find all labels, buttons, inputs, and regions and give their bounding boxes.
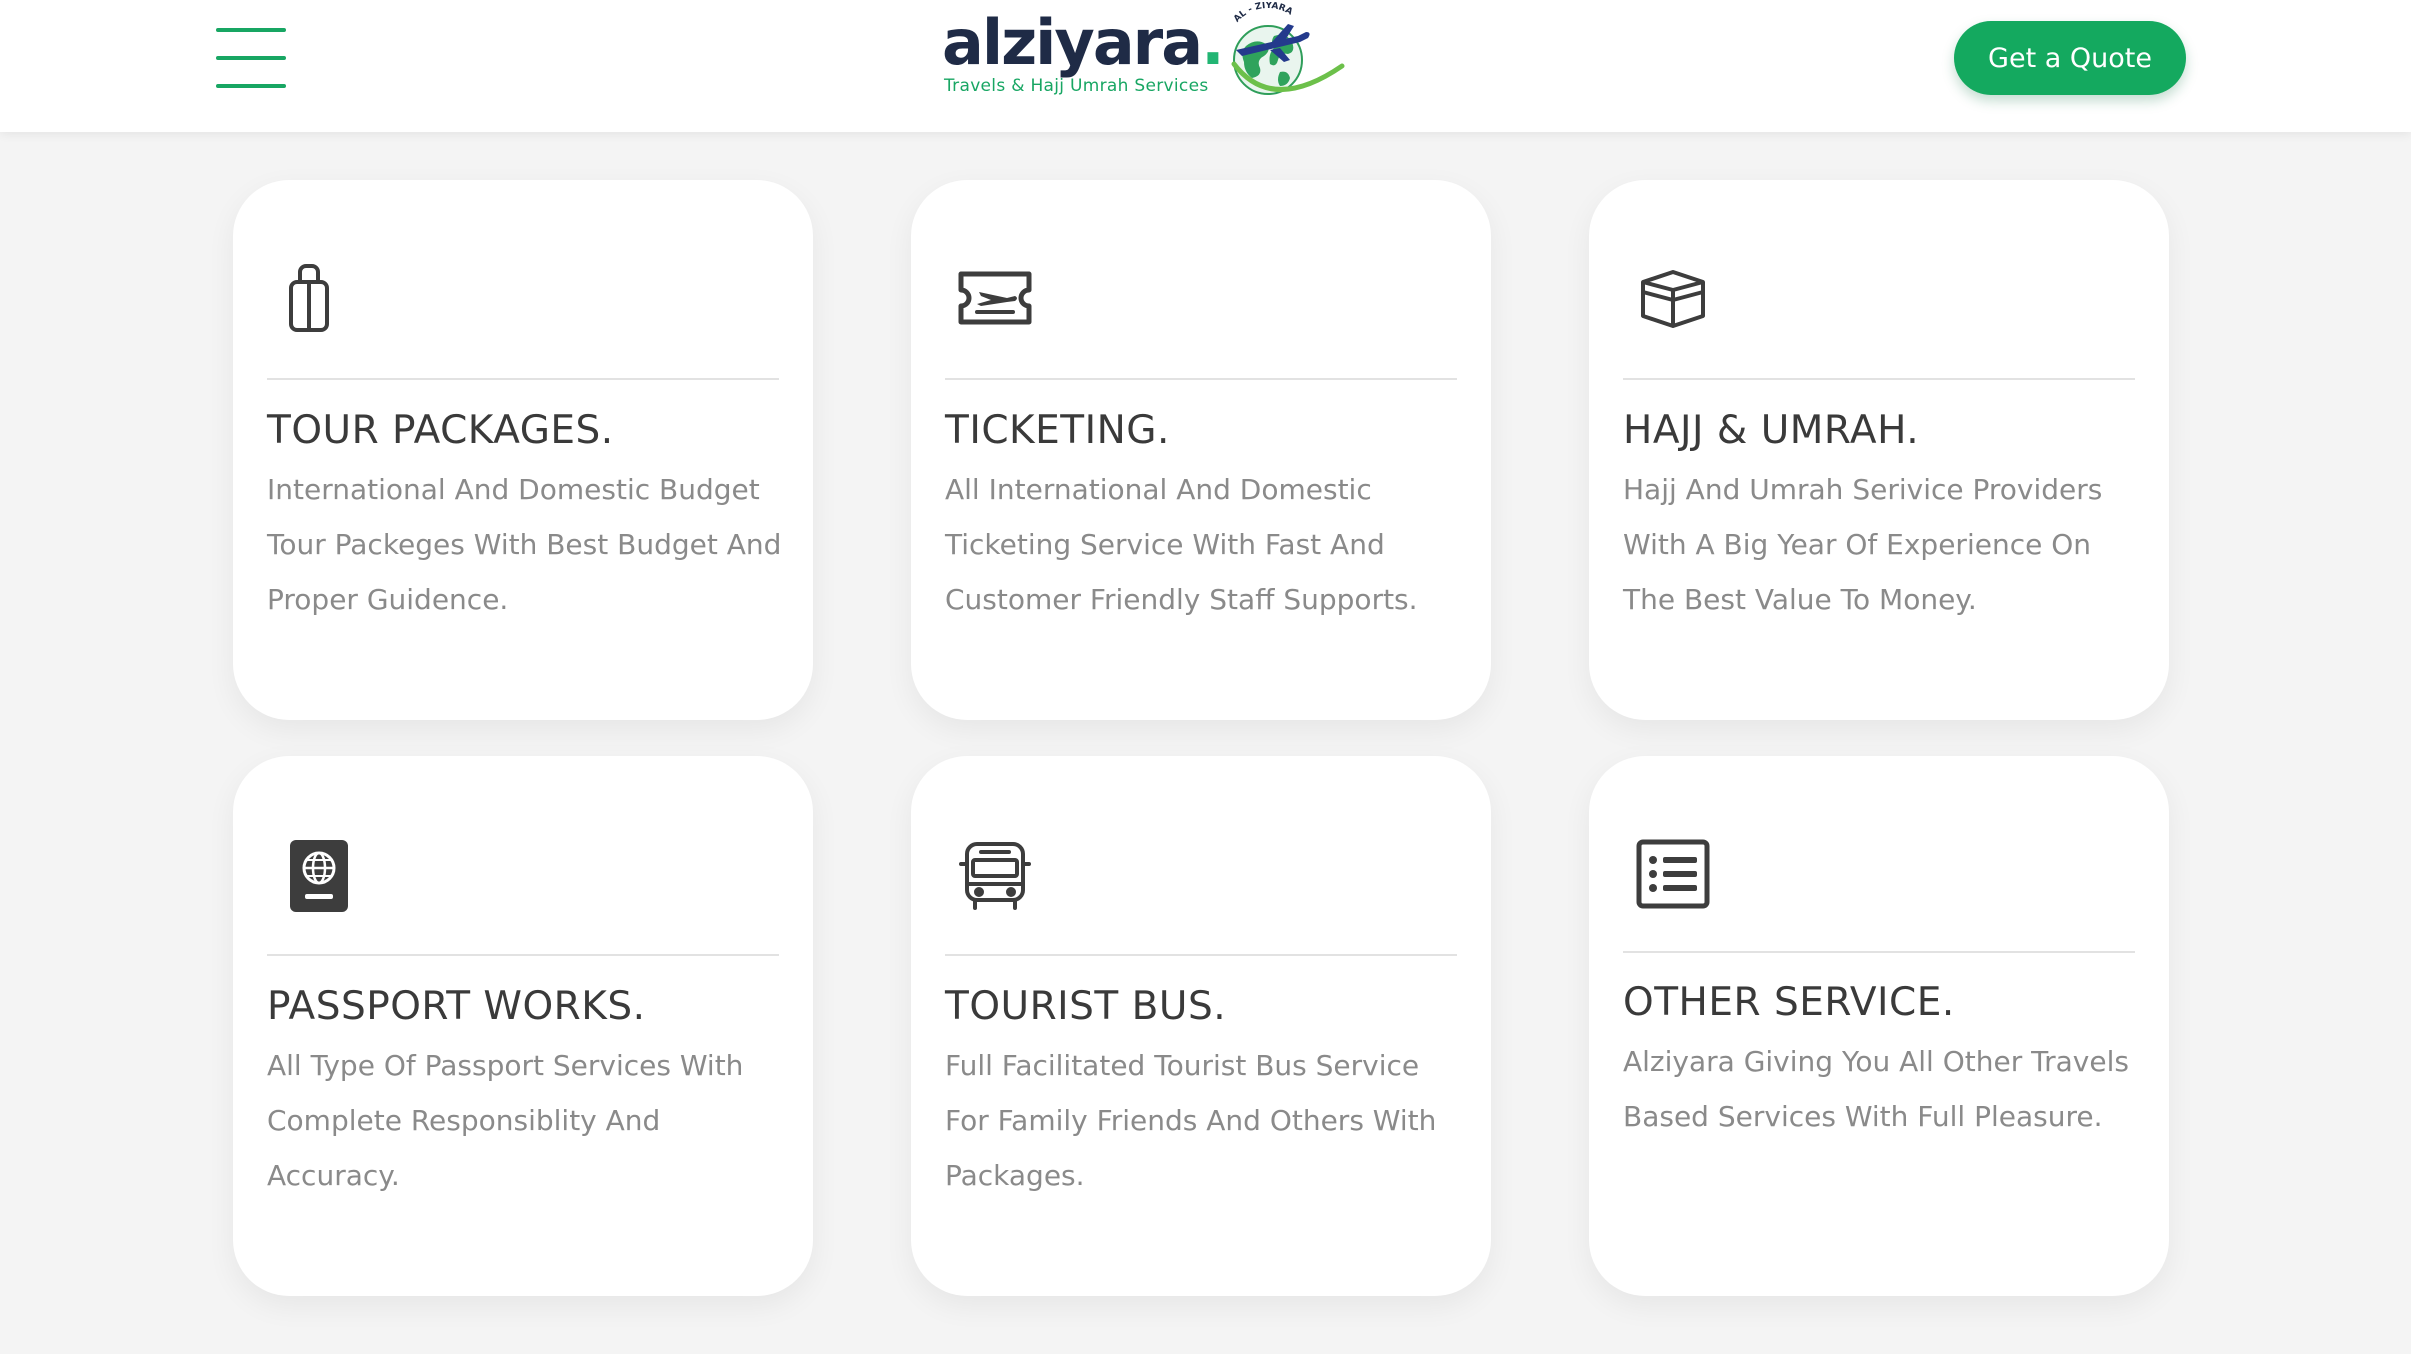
logo-emblem-text: AL - ZIYARA — [1232, 2, 1294, 25]
service-description: International And Domestic Budget Tour P… — [267, 473, 782, 616]
service-title: TICKETING. — [945, 408, 1170, 453]
suitcase-icon — [289, 264, 329, 332]
svg-text:AL - ZIYARA: AL - ZIYARA — [1232, 2, 1294, 25]
card-divider — [1623, 378, 2135, 380]
globe-plane-emblem-icon: AL - ZIYARA — [1231, 2, 1345, 95]
hamburger-menu-icon[interactable] — [216, 28, 286, 88]
service-description: All Type Of Passport Services With Compl… — [267, 1049, 744, 1192]
service-title: TOUR PACKAGES. — [267, 408, 614, 453]
service-title: HAJJ & UMRAH. — [1623, 408, 1920, 453]
site-logo[interactable]: alziyara. Travels & Hajj Umrah Services … — [940, 2, 1350, 112]
service-card-other-service[interactable]: OTHER SERVICE. Alziyara Giving You All O… — [1589, 756, 2169, 1296]
card-divider — [267, 954, 779, 956]
plane-ticket-icon — [958, 271, 1032, 325]
service-title: TOURIST BUS. — [945, 984, 1227, 1029]
service-card-passport-works[interactable]: PASSPORT WORKS. All Type Of Passport Ser… — [233, 756, 813, 1296]
logo-wordmark: alziyara — [942, 6, 1203, 79]
service-title: OTHER SERVICE. — [1623, 980, 1955, 1025]
card-divider — [945, 954, 1457, 956]
service-card-tour-packages[interactable]: TOUR PACKAGES. International And Domesti… — [233, 180, 813, 720]
service-description: Full Facilitated Tourist Bus Service For… — [945, 1049, 1437, 1192]
card-divider — [945, 378, 1457, 380]
service-description: Hajj And Umrah Serivice Providers With A… — [1623, 473, 2103, 616]
service-card-ticketing[interactable]: TICKETING. All International And Domesti… — [911, 180, 1491, 720]
card-divider — [1623, 951, 2135, 953]
get-a-quote-button[interactable]: Get a Quote — [1954, 21, 2186, 95]
service-description: Alziyara Giving You All Other Travels Ba… — [1623, 1045, 2129, 1133]
list-icon — [1636, 839, 1710, 909]
kaaba-icon — [1641, 270, 1705, 328]
logo-tagline: Travels & Hajj Umrah Services — [944, 76, 1209, 96]
site-header: alziyara. Travels & Hajj Umrah Services … — [0, 0, 2411, 132]
service-description: All International And Domestic Ticketing… — [945, 473, 1418, 616]
service-card-hajj-umrah[interactable]: HAJJ & UMRAH. Hajj And Umrah Serivice Pr… — [1589, 180, 2169, 720]
service-card-tourist-bus[interactable]: TOURIST BUS. Full Facilitated Tourist Bu… — [911, 756, 1491, 1296]
passport-icon — [290, 840, 348, 912]
service-title: PASSPORT WORKS. — [267, 984, 646, 1029]
card-divider — [267, 378, 779, 380]
bus-icon — [959, 842, 1031, 910]
